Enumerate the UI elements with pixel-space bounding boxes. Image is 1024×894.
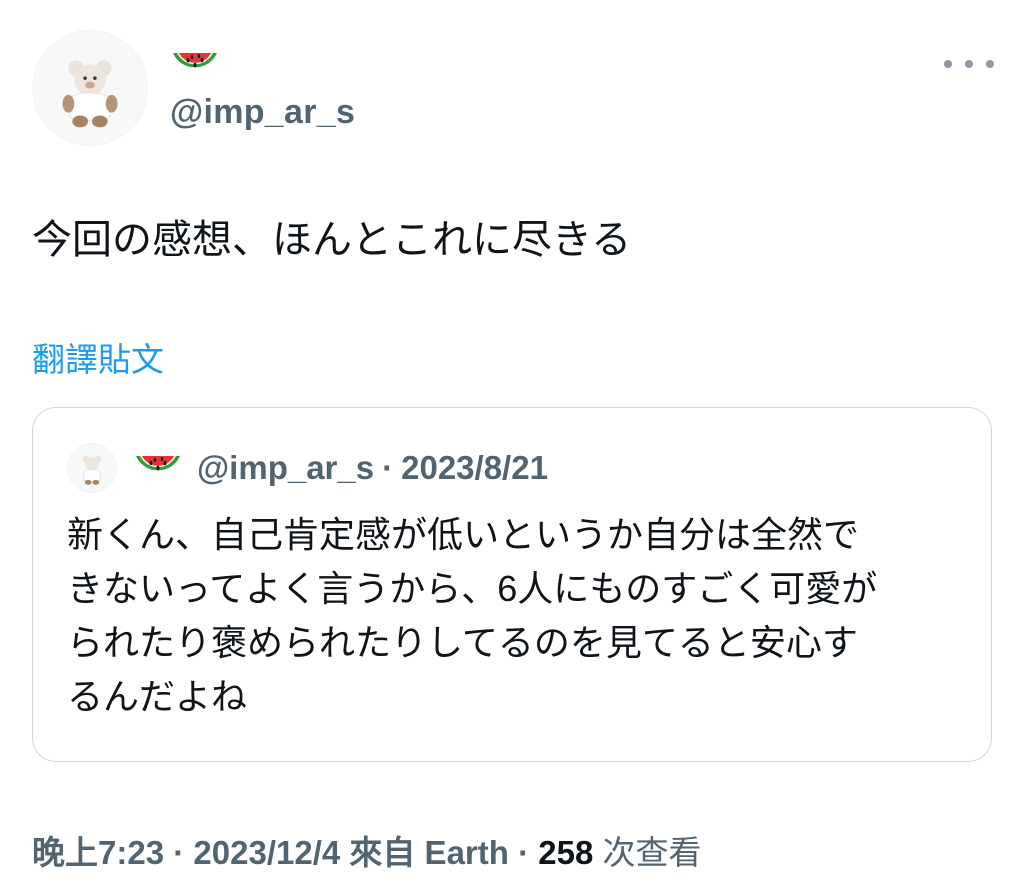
quoted-tweet-text: 新くん、自己肯定感が低いというか自分は全然で きないってよく言うから、6人にもの… [67,508,967,724]
separator-dot: · [382,449,394,486]
tweet-date[interactable]: 2023/12/4 [193,834,340,871]
quoted-text-line: られたり褒められたりしてるのを見てると安心す [67,622,858,663]
quoted-tweet-date: 2023/8/21 [401,449,548,486]
translate-post-link[interactable]: 翻譯貼文 [32,338,164,382]
quoted-author-avatar [67,443,117,493]
quoted-text-line: るんだよね [67,676,248,717]
author-display-name[interactable] [170,44,220,86]
tweet-detail-view: @imp_ar_s 今回の感想、ほんとこれに尽きる 翻譯貼文 @imp_ar_s… [0,0,1024,894]
quoted-tweet-card[interactable]: @imp_ar_s · 2023/8/21 新くん、自己肯定感が低いというか自分… [32,407,992,762]
author-avatar[interactable] [32,30,148,146]
tweet-source: 來自 Earth [349,834,509,871]
quoted-tweet-header: @imp_ar_s · 2023/8/21 [67,442,548,494]
separator-dot: · [173,834,185,871]
teddy-bear-icon [68,444,116,492]
quoted-author-handle: @imp_ar_s [197,449,375,486]
tweet-time[interactable]: 晚上7:23 [32,834,164,871]
views-count: 258 [538,834,594,871]
watermelon-icon [170,45,220,85]
author-handle[interactable]: @imp_ar_s [170,90,355,134]
views-label: 次查看 [602,834,702,871]
teddy-bear-icon [33,31,147,145]
more-icon-dot [986,60,994,68]
more-options-button[interactable] [944,52,994,76]
quoted-text-line: きないってよく言うから、6人にものすごく可愛が [67,568,878,609]
tweet-metadata: 晚上7:23 · 2023/12/4 來自 Earth · 258 次查看 [32,830,702,876]
more-icon-dot [944,60,952,68]
tweet-text: 今回の感想、ほんとこれに尽きる [32,218,632,262]
more-icon-dot [965,60,973,68]
separator-dot: · [518,834,530,871]
watermelon-icon [133,448,183,488]
quoted-text-line: 新くん、自己肯定感が低いというか自分は全然で [67,514,860,555]
